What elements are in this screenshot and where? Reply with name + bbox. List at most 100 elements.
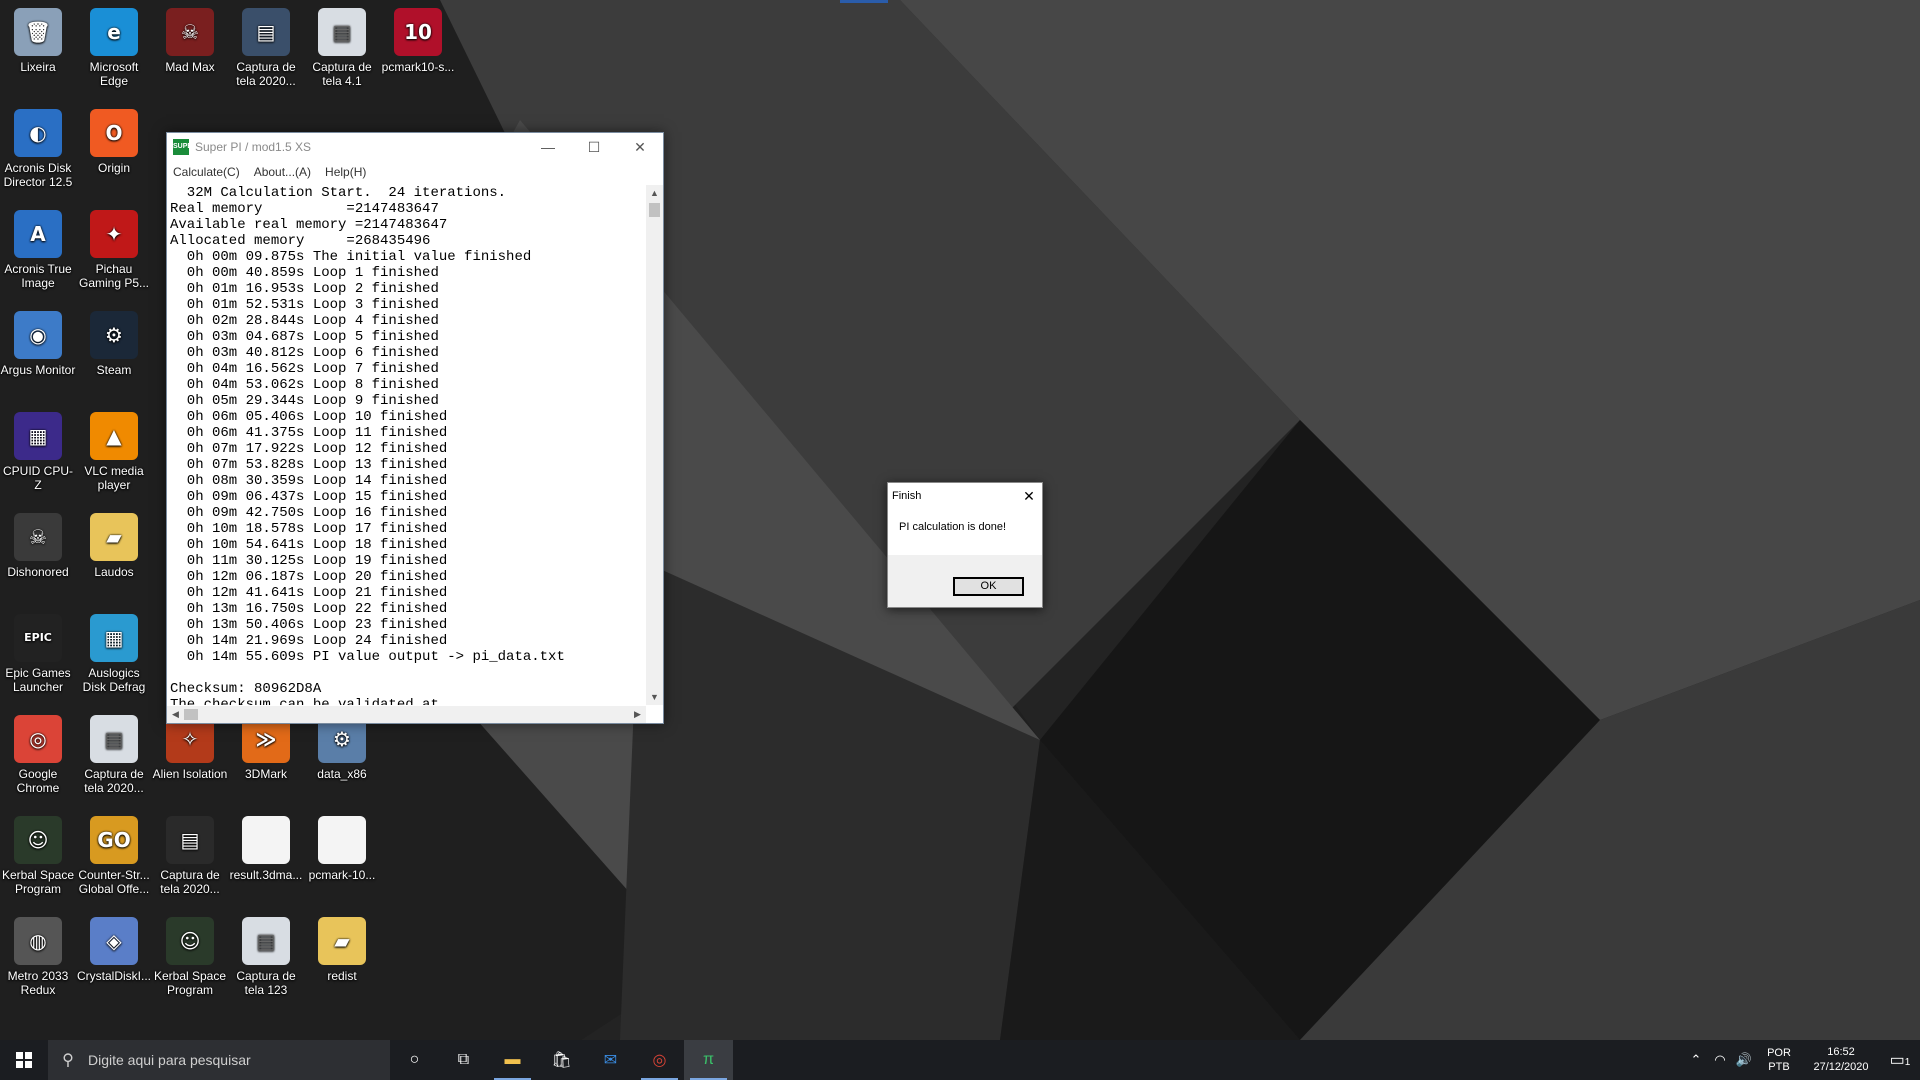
desktop-icon[interactable]: ◈ CrystalDiskI...	[76, 917, 152, 983]
log-line: 0h 01m 52.531s Loop 3 finished	[170, 297, 439, 313]
log-line: 0h 04m 16.562s Loop 7 finished	[170, 361, 439, 377]
file-explorer-button[interactable]: ▬	[488, 1040, 537, 1080]
task-view-button[interactable]: ⧉	[439, 1040, 488, 1080]
desktop-icon[interactable]: ☠ Mad Max	[152, 8, 228, 74]
close-icon[interactable]: ✕	[1016, 488, 1042, 505]
finish-dialog[interactable]: Finish ✕ PI calculation is done! OK	[887, 482, 1043, 608]
windows-logo-icon	[16, 1052, 32, 1068]
chrome-taskbar-button[interactable]: ◎	[635, 1040, 684, 1080]
log-line: 0h 10m 54.641s Loop 18 finished	[170, 537, 448, 553]
taskbar-search-box[interactable]: ⚲ Digite aqui para pesquisar	[48, 1040, 390, 1080]
desktop-icon[interactable]: ▲ VLC media player	[76, 412, 152, 492]
menu-calculate[interactable]: Calculate(C)	[173, 165, 240, 179]
desktop-icon-label: Origin	[97, 161, 130, 175]
horizontal-scrollbar[interactable]: ◀ ▶	[167, 706, 646, 723]
desktop-icon[interactable]: EPIC Epic Games Launcher	[0, 614, 76, 694]
auslogics-icon: ▦	[90, 614, 138, 662]
desktop-icon[interactable]: 10 pcmark10-s...	[380, 8, 456, 74]
superpi-app-icon: π	[702, 1051, 715, 1068]
menu-about[interactable]: About...(A)	[254, 165, 311, 179]
mad-max-icon: ☠	[166, 8, 214, 56]
vertical-scrollbar[interactable]: ▲ ▼	[646, 185, 663, 705]
chevron-up-icon[interactable]: ⌃	[1684, 1052, 1708, 1068]
scroll-up-icon[interactable]: ▲	[646, 185, 663, 201]
desktop-icon[interactable]: ▰ redist	[304, 917, 380, 983]
epic-games-icon: EPIC	[14, 614, 62, 662]
action-center-button[interactable]: ▭1	[1880, 1050, 1920, 1070]
scroll-right-icon[interactable]: ▶	[629, 706, 646, 723]
desktop-icon[interactable]: ◉ Argus Monitor	[0, 311, 76, 377]
desktop-icon[interactable]: ▦ CPUID CPU-Z	[0, 412, 76, 492]
mail-button[interactable]: ✉	[586, 1040, 635, 1080]
desktop-icon[interactable]: 🗑 Lixeira	[0, 8, 76, 74]
minimize-button[interactable]: —	[525, 133, 571, 161]
desktop-icon[interactable]: ≫ 3DMark	[228, 715, 304, 781]
desktop-icon[interactable]: ✦ Pichau Gaming P5...	[76, 210, 152, 290]
scroll-left-icon[interactable]: ◀	[167, 706, 184, 723]
desktop-icon-label: CrystalDiskI...	[76, 969, 151, 983]
finish-dialog-title: Finish	[892, 490, 922, 502]
ok-button[interactable]: OK	[953, 577, 1024, 596]
network-icon[interactable]: ◠	[1708, 1052, 1732, 1068]
vertical-scroll-thumb[interactable]	[649, 203, 660, 217]
superpi-window[interactable]: SUPER Super PI / mod1.5 XS — ☐ ✕ Calcula…	[166, 132, 664, 724]
desktop-icon[interactable]: ⚙ Steam	[76, 311, 152, 377]
superpi-output-log[interactable]: 32M Calculation Start. 24 iterations. Rea…	[167, 185, 646, 705]
desktop-icon-label: Steam	[96, 363, 132, 377]
desktop-icon[interactable]: ▤ Captura de tela 2020...	[76, 715, 152, 795]
desktop-icon[interactable]: ✧ Alien Isolation	[152, 715, 228, 781]
minimize-icon: —	[541, 139, 555, 155]
desktop-icon[interactable]: ☺ Kerbal Space Program	[0, 816, 76, 896]
desktop-icon[interactable]: ◎ Google Chrome	[0, 715, 76, 795]
desktop-icon[interactable]: ☺ Kerbal Space Program	[152, 917, 228, 997]
maximize-button[interactable]: ☐	[571, 133, 617, 161]
microsoft-store-button[interactable]: 🛍	[537, 1040, 586, 1080]
desktop-icon[interactable]: ◍ Metro 2033 Redux	[0, 917, 76, 997]
desktop-icon[interactable]: ◐ Acronis Disk Director 12.5	[0, 109, 76, 189]
start-button[interactable]	[0, 1040, 48, 1080]
taskbar: ⚲ Digite aqui para pesquisar ○ ⧉ ▬ 🛍 ✉ ◎…	[0, 1040, 1920, 1080]
desktop-icon[interactable]: ▰ Laudos	[76, 513, 152, 579]
cortana-button[interactable]: ○	[390, 1040, 439, 1080]
desktop-icon[interactable]: ▤ Captura de tela 2020...	[152, 816, 228, 896]
log-line: 0h 06m 05.406s Loop 10 finished	[170, 409, 448, 425]
crystaldiskinfo-icon: ◈	[90, 917, 138, 965]
log-line: 0h 12m 06.187s Loop 20 finished	[170, 569, 448, 585]
log-line: Allocated memory =268435496	[170, 233, 431, 249]
desktop-icon[interactable]: ⚙ data_x86	[304, 715, 380, 781]
superpi-title-bar[interactable]: SUPER Super PI / mod1.5 XS — ☐ ✕	[167, 133, 663, 161]
desktop-icon[interactable]: e Microsoft Edge	[76, 8, 152, 88]
desktop-icon-label: Metro 2033 Redux	[7, 969, 69, 997]
desktop-icon[interactable]: ▤ Captura de tela 123	[228, 917, 304, 997]
desktop-icon[interactable]: result.3dma...	[228, 816, 304, 882]
menu-help[interactable]: Help(H)	[325, 165, 366, 179]
notification-icon: ▭	[1889, 1052, 1905, 1069]
volume-icon[interactable]: 🔊	[1732, 1052, 1756, 1068]
pcmark10-icon: 10	[394, 8, 442, 56]
kerbal-icon: ☺	[14, 816, 62, 864]
desktop-icon[interactable]: ▤ Captura de tela 2020...	[228, 8, 304, 88]
scroll-down-icon[interactable]: ▼	[646, 689, 663, 705]
folder-icon: ▰	[318, 917, 366, 965]
desktop-icon[interactable]: O Origin	[76, 109, 152, 175]
argus-monitor-icon: ◉	[14, 311, 62, 359]
desktop-icon[interactable]: pcmark-10...	[304, 816, 380, 882]
desktop-icon-label: Kerbal Space Program	[153, 969, 227, 997]
superpi-taskbar-button[interactable]: π	[684, 1040, 733, 1080]
input-language[interactable]: POR PTB	[1756, 1046, 1802, 1074]
horizontal-scroll-thumb[interactable]	[184, 709, 198, 720]
desktop-icon-label: pcmark-10...	[308, 868, 376, 882]
log-line: 0h 04m 53.062s Loop 8 finished	[170, 377, 439, 393]
desktop-icon[interactable]: A Acronis True Image	[0, 210, 76, 290]
acronis-disk-director-icon: ◐	[14, 109, 62, 157]
chrome-icon: ◎	[652, 1052, 667, 1069]
desktop-icon-label: Acronis Disk Director 12.5	[3, 161, 73, 189]
desktop-icon[interactable]: ▦ Auslogics Disk Defrag	[76, 614, 152, 694]
desktop-icon[interactable]: ▤ Captura de tela 4.1	[304, 8, 380, 88]
desktop-icon[interactable]: GO Counter-Str... Global Offe...	[76, 816, 152, 896]
desktop-icon[interactable]: ☠ Dishonored	[0, 513, 76, 579]
clock[interactable]: 16:52 27/12/2020	[1802, 1045, 1880, 1075]
close-button[interactable]: ✕	[617, 133, 663, 161]
finish-dialog-title-bar[interactable]: Finish ✕	[888, 483, 1042, 509]
